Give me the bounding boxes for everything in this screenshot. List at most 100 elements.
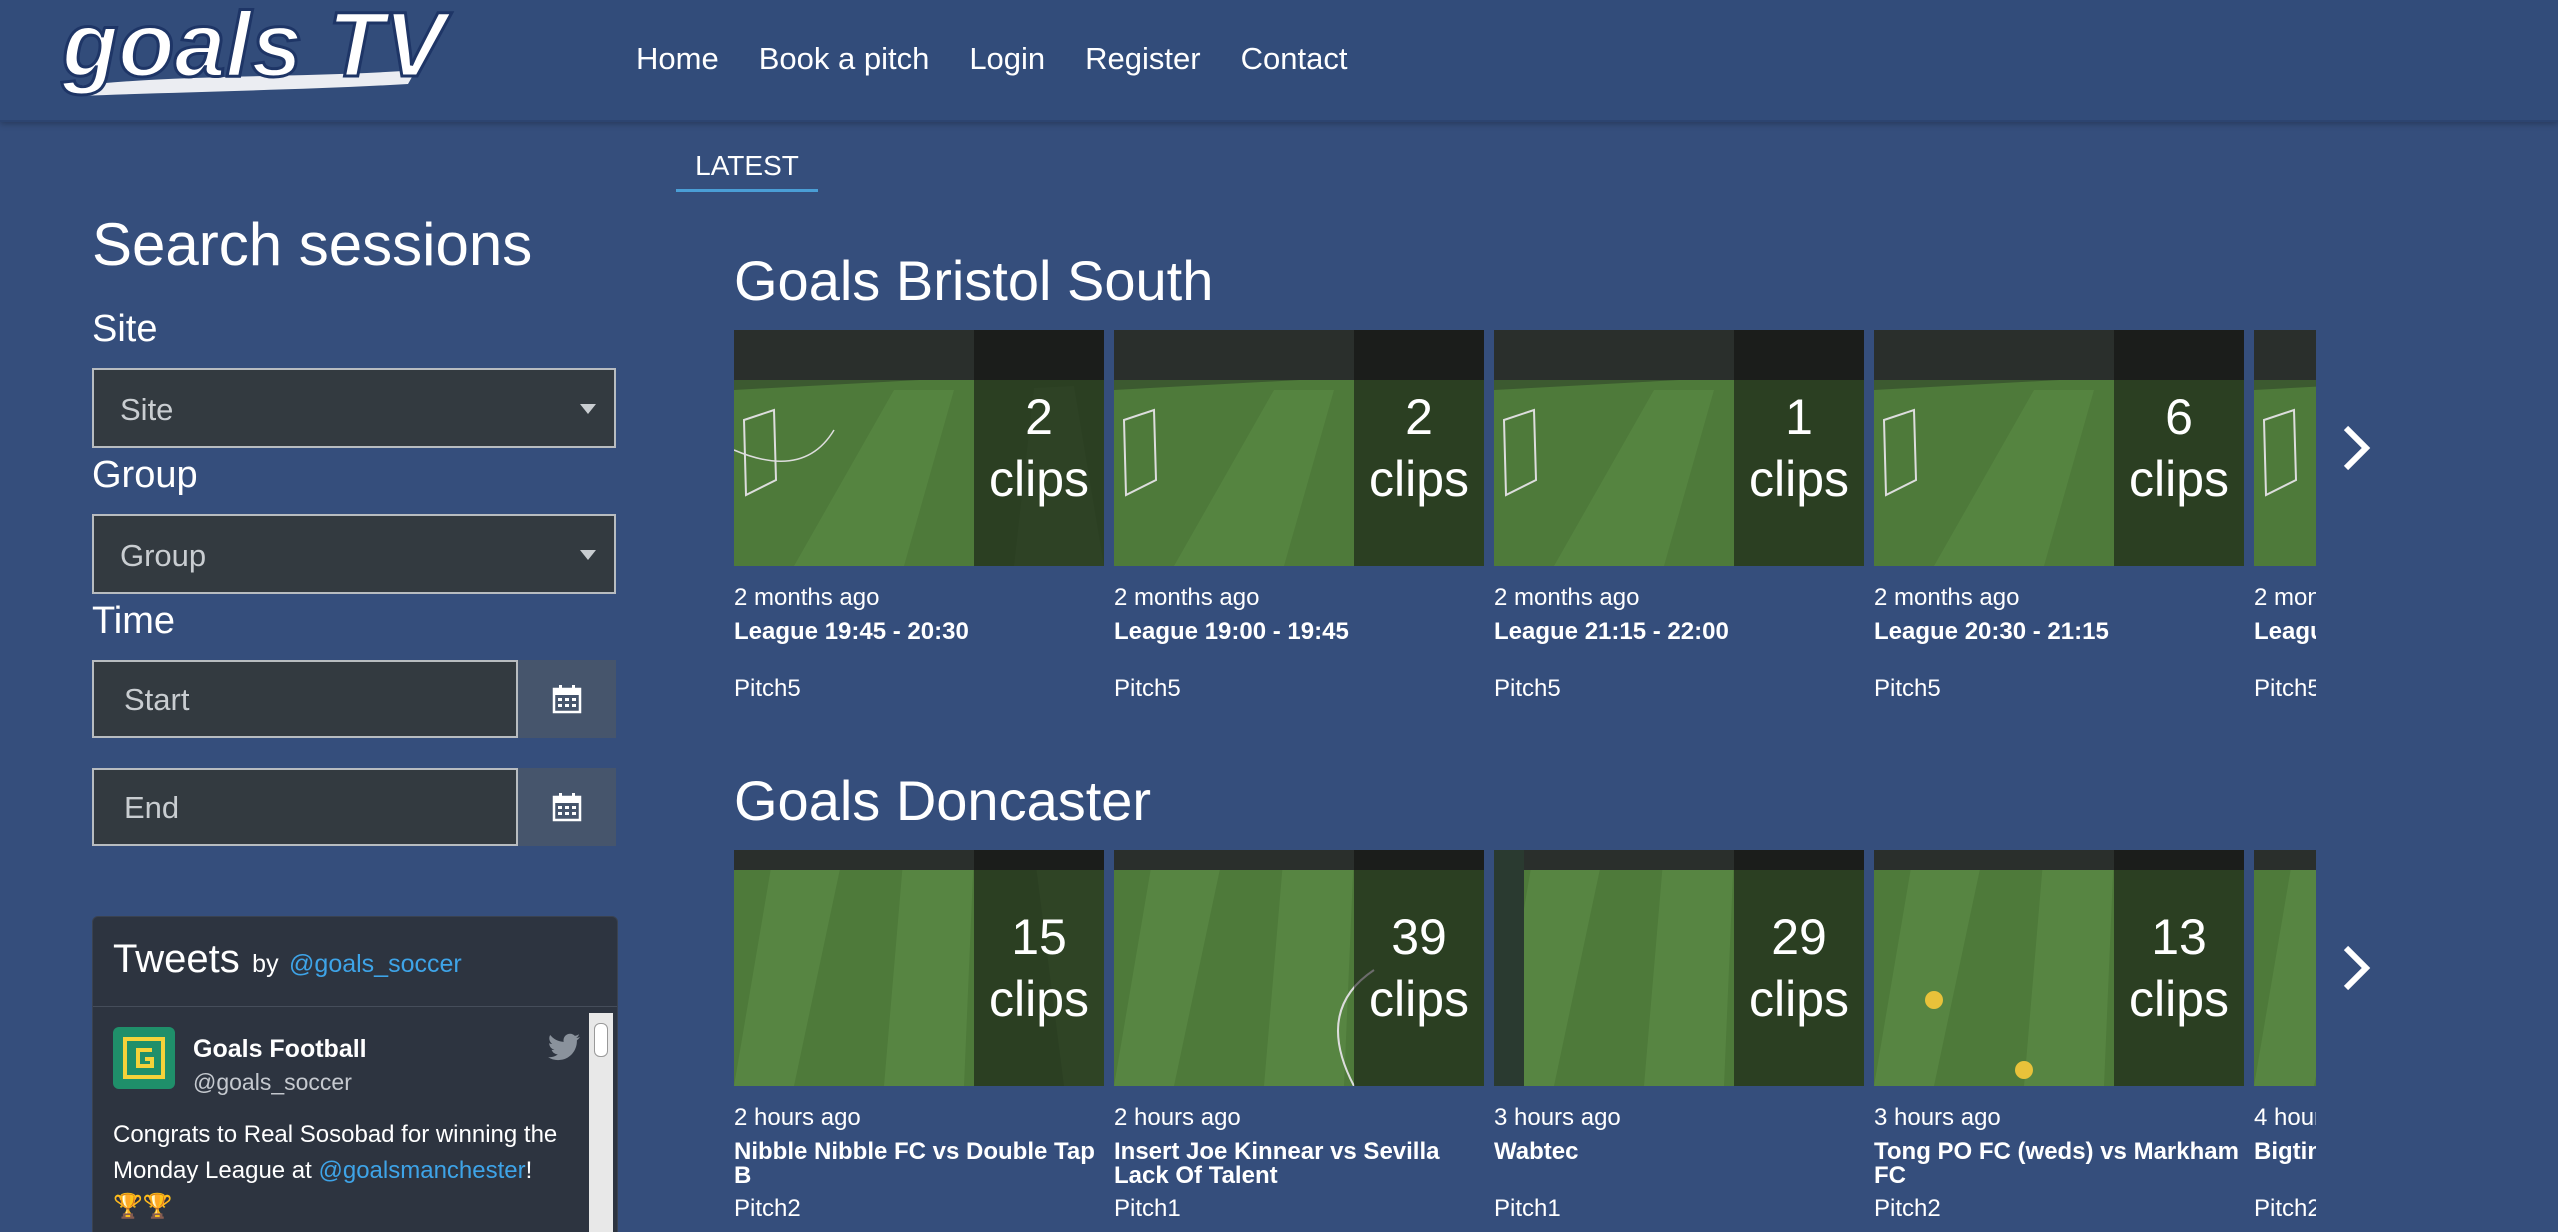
session-card[interactable]: 2 clips 2 months ago League 19:00 - 19:4… <box>1114 330 1484 702</box>
start-date-input[interactable]: Start <box>92 660 518 738</box>
nav-book-a-pitch[interactable]: Book a pitch <box>759 41 930 77</box>
scrollbar-thumb[interactable] <box>594 1023 608 1057</box>
session-card[interactable]: 6 clips 2 months ago League 20:30 - 21:1… <box>1874 330 2244 702</box>
tweet-author-name[interactable]: Goals Football <box>193 1035 367 1064</box>
end-date-input[interactable]: End <box>92 768 518 846</box>
session-thumbnail[interactable]: 29 clips <box>1494 850 1864 1086</box>
goals-tv-logo[interactable]: goals TV <box>56 4 586 104</box>
session-name[interactable]: Tong PO FC (weds) vs Markham FC <box>1874 1140 2240 1188</box>
nav-register[interactable]: Register <box>1085 41 1200 77</box>
clips-unit: clips <box>2128 971 2230 1027</box>
calendar-icon <box>552 685 582 714</box>
session-thumbnail[interactable]: 15 clips <box>734 850 1104 1086</box>
avatar[interactable] <box>113 1027 175 1089</box>
tweets-title: Tweets <box>113 937 240 981</box>
clips-unit: clips <box>988 971 1090 1027</box>
chevron-right-icon[interactable] <box>2336 938 2376 998</box>
clips-count: 29 <box>1771 909 1827 965</box>
group-label: Group <box>92 454 198 496</box>
chevron-right-icon[interactable] <box>2336 418 2376 478</box>
tweets-by: by <box>252 950 279 978</box>
tweet-author-handle[interactable]: @goals_soccer <box>193 1069 352 1096</box>
twitter-bird-icon[interactable] <box>547 1033 581 1063</box>
session-card[interactable]: 15 clips 2 hours ago Nibble Nibble FC vs… <box>734 850 1104 1222</box>
clips-count: 39 <box>1391 909 1447 965</box>
session-time: 3 hours ago <box>1494 1104 1621 1131</box>
session-thumbnail[interactable]: 2 clips <box>734 330 1104 566</box>
calendar-icon <box>552 793 582 822</box>
site-label: Site <box>92 308 158 350</box>
session-time: 4 hours ago <box>2254 1104 2316 1131</box>
tweet-mention-link[interactable]: @goalsmanchester <box>319 1157 526 1184</box>
site-select[interactable]: Site <box>92 368 616 448</box>
group-select[interactable]: Group <box>92 514 616 594</box>
session-thumbnail[interactable]: 13 clips <box>1874 850 2244 1086</box>
session-time: 3 hours ago <box>1874 1104 2001 1131</box>
tweet-text-end: ! <box>525 1157 533 1184</box>
session-thumbnail[interactable]: 2 clips <box>1114 330 1484 566</box>
session-card[interactable]: 2 months ago League Pitch5 <box>2254 330 2316 702</box>
main-nav: Home Book a pitch Login Register Contact <box>636 0 1387 118</box>
clips-count: 15 <box>1011 909 1067 965</box>
clips-count: 2 <box>1025 389 1053 445</box>
clips-overlay: 1 clips <box>1734 330 1864 566</box>
session-name[interactable]: Insert Joe Kinnear vs Sevilla Lack Of Ta… <box>1114 1140 1480 1188</box>
session-name[interactable]: League 20:30 - 21:15 <box>1874 620 2240 644</box>
session-pitch: Pitch5 <box>734 675 801 702</box>
session-card[interactable]: 1 clips 2 months ago League 21:15 - 22:0… <box>1494 330 1864 702</box>
nav-contact[interactable]: Contact <box>1241 41 1348 77</box>
session-time: 2 months ago <box>1494 584 1640 611</box>
session-pitch: Pitch5 <box>1114 675 1181 702</box>
clips-count: 13 <box>2151 909 2207 965</box>
session-time: 2 hours ago <box>734 1104 861 1131</box>
session-thumbnail[interactable]: 39 clips <box>1114 850 1484 1086</box>
session-card[interactable]: 29 clips 3 hours ago Wabtec Pitch1 <box>1494 850 1864 1222</box>
session-time: 2 months ago <box>1874 584 2020 611</box>
session-thumbnail[interactable]: 6 clips <box>1874 330 2244 566</box>
session-pitch: Pitch2 <box>1874 1195 1941 1222</box>
clips-count: 6 <box>2165 389 2193 445</box>
section-title-doncaster: Goals Doncaster <box>734 769 1152 832</box>
carousel-bristol-south: 2 clips 2 months ago League 19:45 - 20:3… <box>734 330 2316 720</box>
site-header: goals TV Home Book a pitch Login Registe… <box>0 0 2558 122</box>
session-thumbnail[interactable] <box>2254 850 2316 1086</box>
nav-home[interactable]: Home <box>636 41 719 77</box>
session-pitch: Pitch5 <box>2254 675 2316 702</box>
session-card[interactable]: 2 clips 2 months ago League 19:45 - 20:3… <box>734 330 1104 702</box>
session-pitch: Pitch1 <box>1114 1195 1181 1222</box>
tweets-handle-link[interactable]: @goals_soccer <box>289 950 462 978</box>
session-name[interactable]: League 19:00 - 19:45 <box>1114 620 1480 644</box>
clips-overlay: 39 clips <box>1354 850 1484 1086</box>
session-name[interactable]: Wabtec <box>1494 1140 1860 1164</box>
clips-count: 1 <box>1785 389 1813 445</box>
session-thumbnail[interactable] <box>2254 330 2316 566</box>
session-name[interactable]: League 19:45 - 20:30 <box>734 620 1100 644</box>
time-label: Time <box>92 600 176 642</box>
clips-unit: clips <box>1748 971 1850 1027</box>
session-card[interactable]: 4 hours ago Bigtin Pitch2 <box>2254 850 2316 1222</box>
site-select-value: Site <box>120 392 174 427</box>
session-time: 2 months ago <box>734 584 880 611</box>
pitch-image <box>2254 850 2316 1086</box>
clips-overlay: 6 clips <box>2114 330 2244 566</box>
session-name[interactable]: League 21:15 - 22:00 <box>1494 620 1860 644</box>
trophy-emoji: 🏆🏆 <box>113 1193 173 1220</box>
tweet-text: Congrats to Real Sosobad for winning the… <box>113 1117 593 1225</box>
end-calendar-button[interactable] <box>518 768 616 846</box>
chevron-down-icon <box>580 404 596 414</box>
session-card[interactable]: 39 clips 2 hours ago Insert Joe Kinnear … <box>1114 850 1484 1222</box>
session-name[interactable]: Bigtin <box>2254 1140 2316 1164</box>
session-time: 2 hours ago <box>1114 1104 1241 1131</box>
session-card[interactable]: 13 clips 3 hours ago Tong PO FC (weds) v… <box>1874 850 2244 1222</box>
group-select-value: Group <box>120 538 207 573</box>
clips-unit: clips <box>988 451 1090 507</box>
session-pitch: Pitch5 <box>1494 675 1561 702</box>
session-name[interactable]: Nibble Nibble FC vs Double Tap B <box>734 1140 1100 1188</box>
session-thumbnail[interactable]: 1 clips <box>1494 330 1864 566</box>
tab-latest[interactable]: LATEST <box>676 140 818 192</box>
session-name[interactable]: League <box>2254 620 2316 644</box>
start-calendar-button[interactable] <box>518 660 616 738</box>
nav-login[interactable]: Login <box>969 41 1045 77</box>
clips-count: 2 <box>1405 389 1433 445</box>
tweets-scrollbar[interactable] <box>589 1013 613 1232</box>
